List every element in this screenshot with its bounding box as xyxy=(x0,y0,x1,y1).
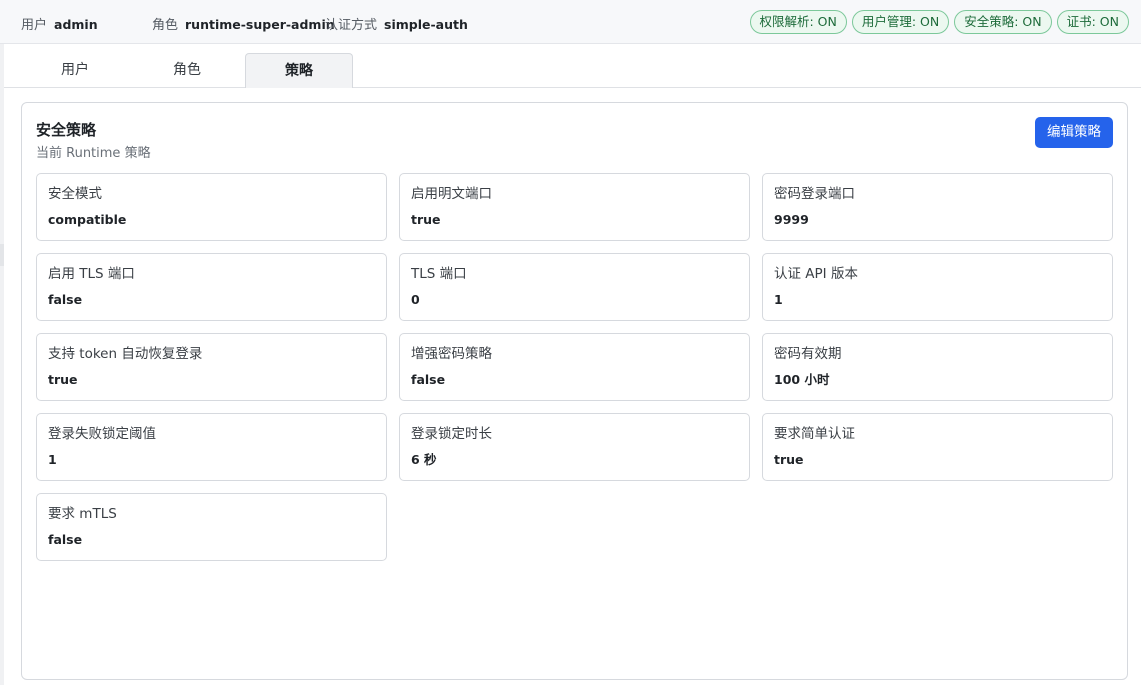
sidebar-edge-marker xyxy=(0,244,4,266)
badge-security-policy: 安全策略: ON xyxy=(954,10,1052,34)
policy-card-label: 要求简单认证 xyxy=(774,426,855,442)
policy-card-value: false xyxy=(48,532,83,547)
policy-card-value: 6 秒 xyxy=(411,452,437,467)
policy-card-value: true xyxy=(774,452,804,467)
current-role-label: 角色 xyxy=(152,18,179,33)
tab-users[interactable]: 用户 xyxy=(21,53,129,88)
policy-card-tls-port-enabled: 启用 TLS 端口 false xyxy=(36,253,387,321)
policy-card-label: 安全模式 xyxy=(48,186,102,202)
policy-card-value: 1 xyxy=(48,452,57,467)
policy-card-require-mtls: 要求 mTLS false xyxy=(36,493,387,561)
policy-card-label: 登录失败锁定阈值 xyxy=(48,426,156,442)
policy-card-value: 1 xyxy=(774,292,783,307)
policy-card-value: false xyxy=(48,292,83,307)
policy-card-value: true xyxy=(411,212,441,227)
policy-card-label: 支持 token 自动恢复登录 xyxy=(48,346,203,362)
panel-subtitle: 当前 Runtime 策略 xyxy=(36,146,151,161)
policy-card-value: compatible xyxy=(48,212,127,227)
badge-permission-resolve: 权限解析: ON xyxy=(749,10,847,34)
policy-card-strong-password: 增强密码策略 false xyxy=(399,333,750,401)
policy-card-value: true xyxy=(48,372,78,387)
policy-card-tls-port: TLS 端口 0 xyxy=(399,253,750,321)
auth-method: 认证方式 simple-auth xyxy=(325,14,468,33)
policy-card-label: 启用 TLS 端口 xyxy=(48,266,135,282)
policy-card-plaintext-port-enabled: 启用明文端口 true xyxy=(399,173,750,241)
left-sidebar-edge xyxy=(0,44,4,685)
tab-roles[interactable]: 角色 xyxy=(133,53,241,88)
policy-card-password-validity: 密码有效期 100 小时 xyxy=(762,333,1113,401)
policy-card-security-mode: 安全模式 compatible xyxy=(36,173,387,241)
edit-policy-button[interactable]: 编辑策略 xyxy=(1035,117,1113,148)
policy-card-label: 认证 API 版本 xyxy=(774,266,858,282)
tab-bar: 用户 角色 策略 xyxy=(4,44,1141,88)
auth-method-label: 认证方式 xyxy=(325,18,378,33)
security-policy-panel: 安全策略 当前 Runtime 策略 编辑策略 安全模式 compatible … xyxy=(21,102,1128,680)
policy-card-label: 密码有效期 xyxy=(774,346,842,362)
current-role: 角色 runtime-super-admin xyxy=(152,14,335,33)
current-user-label: 用户 xyxy=(21,18,48,33)
policy-card-value: 100 小时 xyxy=(774,372,830,387)
policy-card-value: 9999 xyxy=(774,212,809,227)
policy-card-label: 登录锁定时长 xyxy=(411,426,492,442)
policy-card-label: TLS 端口 xyxy=(411,266,467,282)
current-user-value: admin xyxy=(54,17,98,32)
auth-method-value: simple-auth xyxy=(384,17,468,32)
policy-card-lockout-threshold: 登录失败锁定阈值 1 xyxy=(36,413,387,481)
policy-card-label: 密码登录端口 xyxy=(774,186,855,202)
current-role-value: runtime-super-admin xyxy=(185,17,335,32)
current-user: 用户 admin xyxy=(21,14,98,33)
feature-badges: 权限解析: ON 用户管理: ON 安全策略: ON 证书: ON xyxy=(749,10,1129,34)
policy-card-label: 启用明文端口 xyxy=(411,186,492,202)
policy-card-require-simple-auth: 要求简单认证 true xyxy=(762,413,1113,481)
policy-grid: 安全模式 compatible 启用明文端口 true 密码登录端口 9999 … xyxy=(36,173,1113,561)
policy-card-token-auto-relogin: 支持 token 自动恢复登录 true xyxy=(36,333,387,401)
policy-card-auth-api-version: 认证 API 版本 1 xyxy=(762,253,1113,321)
policy-card-value: false xyxy=(411,372,446,387)
panel-title: 安全策略 xyxy=(36,121,97,139)
top-info-bar: 用户 admin 角色 runtime-super-admin 认证方式 sim… xyxy=(0,0,1141,44)
policy-card-lockout-duration: 登录锁定时长 6 秒 xyxy=(399,413,750,481)
badge-user-management: 用户管理: ON xyxy=(851,10,950,34)
policy-card-value: 0 xyxy=(411,292,420,307)
policy-card-label: 增强密码策略 xyxy=(411,346,492,362)
badge-certificate: 证书: ON xyxy=(1056,10,1129,34)
tab-policy[interactable]: 策略 xyxy=(245,53,353,88)
policy-card-label: 要求 mTLS xyxy=(48,506,117,522)
policy-card-password-login-port: 密码登录端口 9999 xyxy=(762,173,1113,241)
